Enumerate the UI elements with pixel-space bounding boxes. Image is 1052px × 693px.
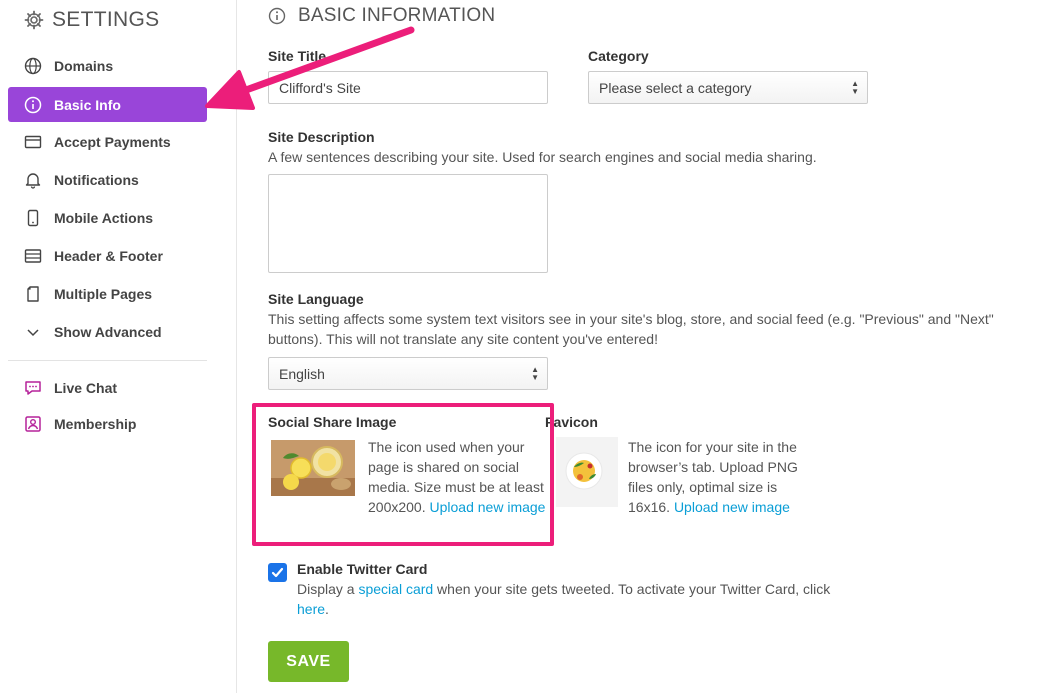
language-select-value: English — [279, 365, 325, 382]
twitter-here-link[interactable]: here — [297, 601, 325, 617]
special-card-link[interactable]: special card — [358, 581, 433, 597]
site-description-textarea[interactable] — [268, 174, 548, 273]
checkmark-icon — [271, 567, 284, 578]
sidebar-item-show-advanced[interactable]: Show Advanced — [8, 315, 207, 349]
twitter-help-text-3: . — [325, 601, 329, 617]
social-share-image-label: Social Share Image — [268, 414, 397, 430]
bell-icon — [25, 173, 41, 189]
annotation-arrow — [205, 26, 415, 110]
globe-icon — [24, 57, 42, 75]
sidebar-item-notifications[interactable]: Notifications — [8, 163, 207, 197]
sidebar-item-mobile-actions[interactable]: Mobile Actions — [8, 201, 207, 235]
save-button[interactable]: SAVE — [268, 641, 349, 682]
sidebar-item-label: Basic Info — [54, 96, 121, 113]
settings-title: SETTINGS — [52, 8, 160, 31]
membership-icon — [25, 416, 41, 432]
sidebar-item-label: Header & Footer — [54, 248, 163, 264]
favicon-thumbnail — [556, 437, 618, 507]
site-language-help: This setting affects some system text vi… — [268, 311, 994, 347]
card-icon — [24, 135, 42, 149]
pages-icon — [27, 286, 39, 302]
sidebar-divider — [8, 360, 207, 361]
category-label: Category — [588, 48, 649, 64]
sidebar-item-domains[interactable]: Domains — [8, 49, 207, 83]
site-language-label: Site Language — [268, 291, 364, 307]
sidebar-item-membership[interactable]: Membership — [8, 407, 207, 441]
site-description-label: Site Description — [268, 129, 375, 145]
social-share-thumbnail — [271, 440, 355, 496]
settings-header: SETTINGS — [24, 8, 159, 32]
header-footer-icon — [24, 249, 42, 263]
twitter-help-text-2: when your site gets tweeted. To activate… — [433, 581, 831, 597]
category-select-value: Please select a category — [599, 79, 752, 96]
sidebar-item-header-footer[interactable]: Header & Footer — [8, 239, 207, 273]
language-select[interactable]: English ▲ ▼ — [268, 357, 548, 390]
sidebar-item-basic-info[interactable]: Basic Info — [8, 87, 207, 122]
info-icon — [24, 96, 42, 113]
gear-icon — [24, 10, 44, 30]
twitter-card-label: Enable Twitter Card — [297, 561, 428, 577]
sidebar-item-label: Mobile Actions — [54, 210, 154, 226]
twitter-card-checkbox[interactable] — [268, 563, 287, 582]
favicon-label: Favicon — [545, 414, 598, 430]
sidebar-item-label: Multiple Pages — [54, 286, 153, 302]
site-description-help: A few sentences describing your site. Us… — [268, 149, 817, 165]
chevron-down-icon — [27, 329, 39, 337]
sidebar-item-label: Live Chat — [54, 380, 118, 396]
social-share-upload-link[interactable]: Upload new image — [430, 499, 546, 515]
sidebar-item-live-chat[interactable]: Live Chat — [8, 371, 207, 405]
sidebar-item-label: Domains — [54, 58, 114, 74]
select-arrows-icon: ▲ ▼ — [851, 79, 859, 96]
sidebar-item-label: Accept Payments — [54, 134, 171, 150]
phone-icon — [27, 209, 39, 227]
sidebar-item-label: Notifications — [54, 172, 139, 188]
social-share-help: The icon used when your page is shared o… — [368, 437, 548, 517]
favicon-upload-link[interactable]: Upload new image — [674, 499, 790, 515]
twitter-help-text-1: Display a — [297, 581, 359, 597]
sidebar-item-label: Show Advanced — [54, 324, 162, 340]
select-arrows-icon: ▲ ▼ — [531, 365, 539, 382]
favicon-help: The icon for your site in the browser’s … — [628, 437, 818, 517]
twitter-card-help: Display a special card when your site ge… — [297, 579, 837, 619]
chat-icon — [25, 381, 41, 395]
sidebar-item-multiple-pages[interactable]: Multiple Pages — [8, 277, 207, 311]
sidebar-item-accept-payments[interactable]: Accept Payments — [8, 125, 207, 159]
category-select[interactable]: Please select a category ▲ ▼ — [588, 71, 868, 104]
sidebar-item-label: Membership — [54, 416, 137, 432]
